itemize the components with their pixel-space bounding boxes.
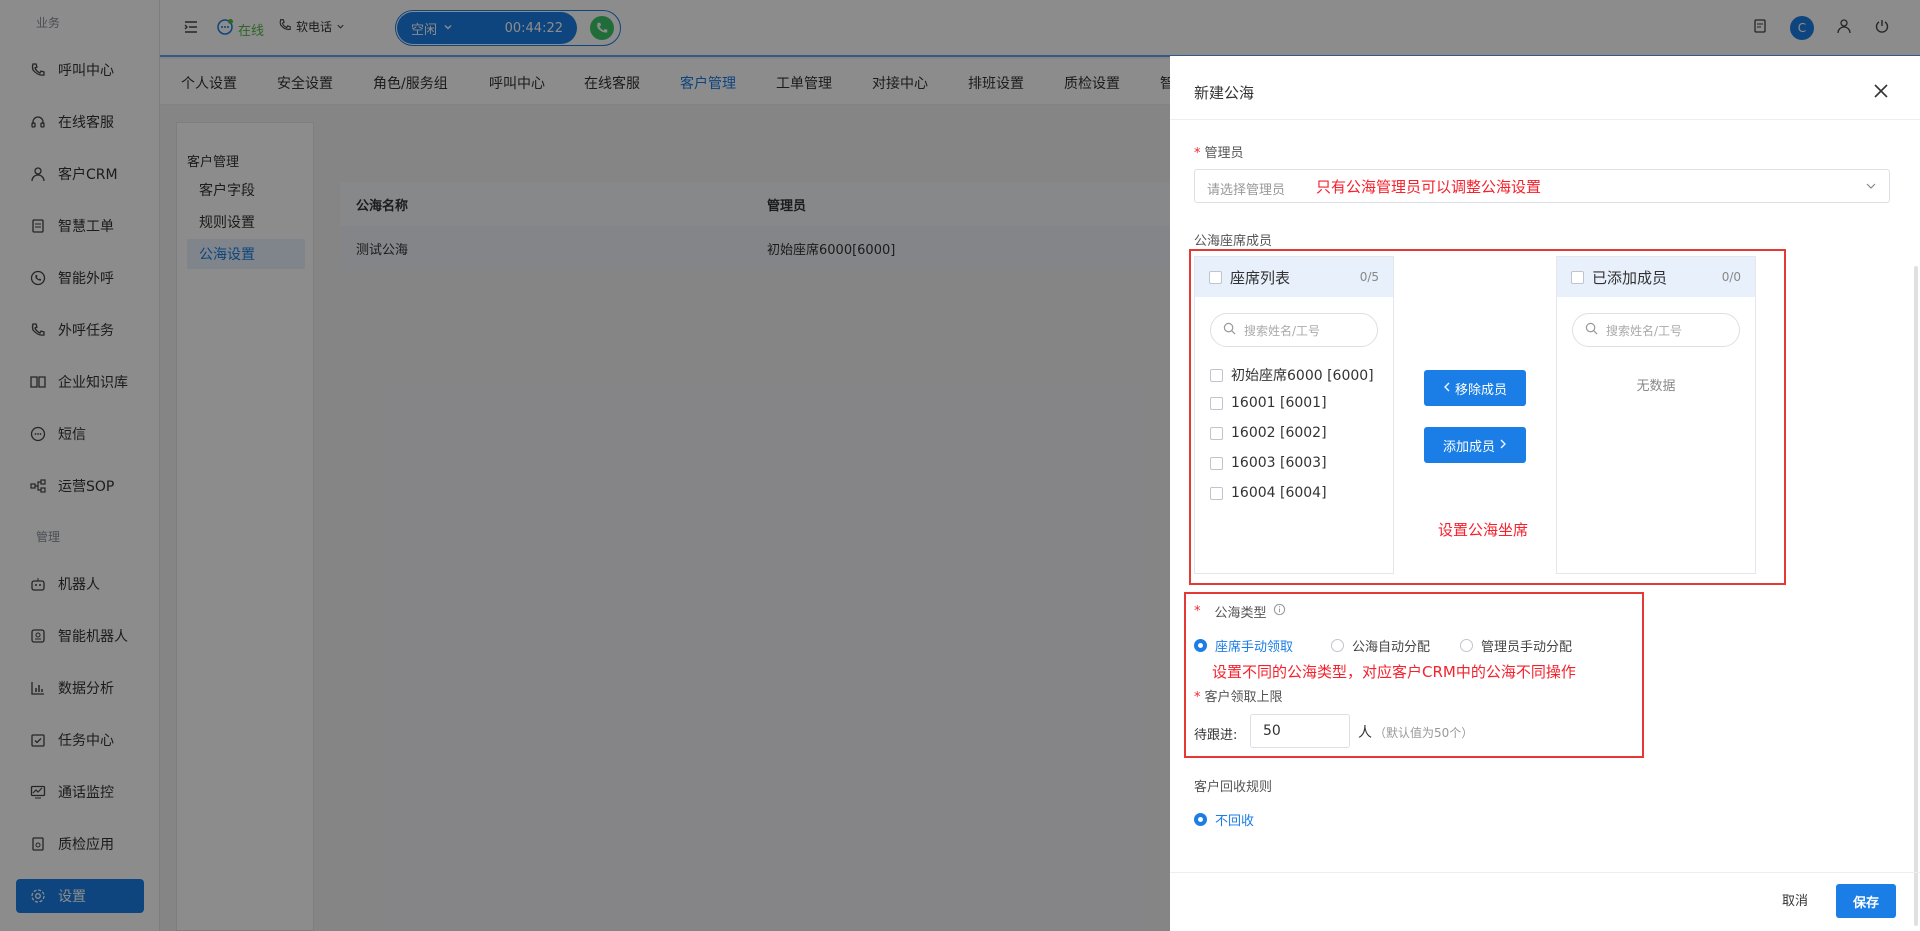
- item-checkbox[interactable]: [1210, 368, 1223, 382]
- admin-annotation: 只有公海管理员可以调整公海设置: [1316, 178, 1542, 196]
- info-icon[interactable]: [1273, 603, 1286, 620]
- claim-limit-label: * 客户领取上限: [1194, 690, 1283, 705]
- select-all-checkbox[interactable]: [1209, 270, 1222, 284]
- panel-title: 已添加成员: [1592, 268, 1668, 287]
- save-button[interactable]: 保存: [1836, 884, 1896, 918]
- item-checkbox[interactable]: [1210, 456, 1223, 470]
- panel-header: 已添加成员 0/0: [1557, 257, 1755, 297]
- item-checkbox[interactable]: [1210, 396, 1223, 410]
- list-item[interactable]: 初始座席6000 [6000]: [1210, 365, 1374, 385]
- divider: [1170, 119, 1920, 120]
- empty-state: 无数据: [1636, 379, 1676, 394]
- item-label: 初始座席6000 [6000]: [1231, 368, 1374, 384]
- radio-label: 不回收: [1215, 814, 1255, 829]
- radio-button[interactable]: [1460, 639, 1474, 652]
- pending-label: 待跟进:: [1194, 728, 1238, 743]
- list-item[interactable]: 16003 [6003]: [1210, 455, 1327, 471]
- panel-count: 0/5: [1359, 270, 1379, 284]
- limit-unit: 人 （默认值为50个）: [1358, 725, 1474, 741]
- radio-button[interactable]: [1194, 813, 1207, 826]
- pool-type-label: * 公海类型: [1194, 602, 1286, 621]
- added-members-panel: 已添加成员 0/0 搜索姓名/工号 无数据: [1556, 256, 1756, 574]
- agent-search-input[interactable]: 搜索姓名/工号: [1210, 313, 1378, 347]
- remove-member-label: 移除成员: [1454, 382, 1507, 398]
- agent-list-panel: 座席列表 0/5 搜索姓名/工号 初始座席6000 [6000] 16001 […: [1194, 256, 1394, 574]
- radio-button[interactable]: [1331, 639, 1345, 652]
- radio-label: 公海自动分配: [1352, 640, 1431, 655]
- radio-label: 管理员手动分配: [1481, 640, 1573, 655]
- admin-select[interactable]: 请选择管理员: [1194, 169, 1890, 203]
- chevron-right-icon: [1499, 438, 1507, 453]
- radio-button[interactable]: [1194, 639, 1207, 652]
- item-checkbox[interactable]: [1210, 486, 1223, 500]
- add-member-button[interactable]: 添加成员: [1424, 427, 1526, 463]
- item-label: 16003 [6003]: [1231, 455, 1327, 471]
- recycle-label: 客户回收规则: [1194, 780, 1273, 795]
- item-checkbox[interactable]: [1210, 426, 1223, 440]
- panel-header: 座席列表 0/5: [1195, 257, 1393, 297]
- panel-title: 座席列表: [1230, 268, 1291, 287]
- close-icon[interactable]: [1872, 82, 1890, 100]
- members-label: 公海座席成员: [1194, 234, 1273, 249]
- list-item[interactable]: 16002 [6002]: [1210, 425, 1327, 441]
- pool-type-annotation: 设置不同的公海类型，对应客户CRM中的公海不同操作: [1212, 663, 1576, 681]
- select-all-checkbox[interactable]: [1571, 270, 1584, 284]
- new-pool-drawer: 新建公海 * 管理员 请选择管理员 只有公海管理员可以调整公海设置 公海座席成员 …: [1170, 56, 1920, 931]
- divider: [1170, 872, 1920, 873]
- item-label: 16004 [6004]: [1231, 485, 1327, 501]
- search-icon: [1585, 322, 1598, 338]
- members-annotation: 设置公海坐席: [1438, 521, 1529, 539]
- admin-label: * 管理员: [1194, 146, 1244, 161]
- radio-label: 座席手动领取: [1215, 640, 1294, 655]
- remove-member-button[interactable]: 移除成员: [1424, 370, 1526, 406]
- panel-count: 0/0: [1721, 270, 1741, 284]
- admin-placeholder: 请选择管理员: [1207, 183, 1286, 198]
- item-label: 16001 [6001]: [1231, 395, 1327, 411]
- radio-auto-assign[interactable]: 公海自动分配: [1331, 636, 1430, 655]
- cancel-button[interactable]: 取消: [1782, 890, 1808, 909]
- search-placeholder: 搜索姓名/工号: [1244, 323, 1321, 338]
- search-placeholder: 搜索姓名/工号: [1606, 323, 1683, 338]
- list-item[interactable]: 16001 [6001]: [1210, 395, 1327, 411]
- member-search-input[interactable]: 搜索姓名/工号: [1572, 313, 1740, 347]
- pool-type-radio-group: 座席手动领取 公海自动分配 管理员手动分配: [1194, 636, 1572, 655]
- limit-hint: （默认值为50个）: [1374, 725, 1474, 740]
- drawer-title: 新建公海: [1194, 84, 1255, 102]
- add-member-label: 添加成员: [1442, 439, 1495, 455]
- list-item[interactable]: 16004 [6004]: [1210, 485, 1327, 501]
- chevron-down-icon: [1865, 180, 1877, 196]
- chevron-left-icon: [1443, 381, 1451, 396]
- scrollbar[interactable]: [1914, 266, 1918, 926]
- claim-limit-input[interactable]: 50: [1250, 714, 1350, 748]
- search-icon: [1223, 322, 1236, 338]
- item-label: 16002 [6002]: [1231, 425, 1327, 441]
- radio-agent-manual[interactable]: 座席手动领取: [1194, 636, 1293, 655]
- radio-admin-manual[interactable]: 管理员手动分配: [1460, 636, 1572, 655]
- radio-no-recycle[interactable]: 不回收: [1194, 810, 1254, 829]
